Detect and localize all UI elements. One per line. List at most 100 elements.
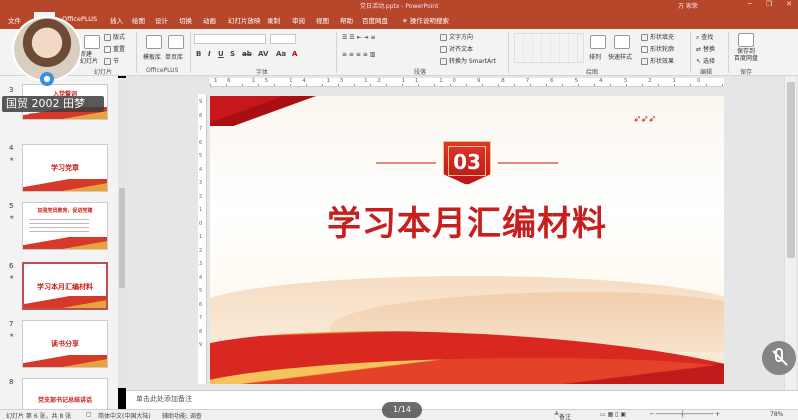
underline-icon[interactable]: U bbox=[218, 50, 224, 58]
tab-animations[interactable]: 动画 bbox=[203, 15, 216, 25]
quick-styles-button[interactable]: 快速样式 bbox=[608, 52, 632, 61]
thumb-title: 学习党章 bbox=[51, 164, 79, 172]
shape-fill-label: 形状填充 bbox=[650, 34, 675, 41]
scroll-thumb[interactable] bbox=[119, 188, 125, 288]
thumbnail-slide-4[interactable]: 学习党章 bbox=[22, 144, 108, 192]
tab-review[interactable]: 审阅 bbox=[292, 15, 305, 25]
arrange-icon[interactable] bbox=[590, 35, 606, 49]
ribbon: 新建 幻灯片 版式 重置 节 幻灯片 模板库 单页库 OfficePLUS B … bbox=[0, 29, 798, 76]
tab-view[interactable]: 视图 bbox=[316, 15, 329, 25]
ruler-labels: 9876543210123456789 bbox=[199, 99, 203, 348]
doves-icon: ➶ ➶ ➶ bbox=[633, 114, 656, 125]
spellcheck-icon[interactable]: ▢ bbox=[86, 411, 92, 418]
section-icon bbox=[104, 58, 111, 65]
tab-record[interactable]: 录制 bbox=[267, 15, 280, 25]
section-button[interactable]: 节 bbox=[104, 56, 119, 65]
font-group-label: 字体 bbox=[256, 69, 269, 76]
tab-insert[interactable]: 插入 bbox=[110, 15, 123, 25]
shape-effects-button[interactable]: 形状效果 bbox=[641, 56, 674, 65]
arrange-button[interactable]: 排列 bbox=[589, 52, 601, 61]
font-color-icon[interactable]: A bbox=[292, 50, 297, 58]
tab-transitions[interactable]: 切换 bbox=[179, 15, 192, 25]
strikethrough-icon[interactable]: ab bbox=[242, 50, 252, 58]
slide-title[interactable]: 学习本月汇编材料 bbox=[210, 196, 724, 245]
ribbon-tabs: 文件 开始 OfficePLUS 插入 绘图 设计 切换 动画 幻灯片放映 录制… bbox=[0, 10, 798, 29]
user-name[interactable]: 万 家荣 bbox=[678, 1, 698, 10]
shadow-icon[interactable]: S bbox=[230, 50, 235, 58]
notes-placeholder[interactable]: 单击此处添加备注 bbox=[136, 394, 192, 404]
single-page-icon[interactable] bbox=[168, 35, 184, 49]
reset-button[interactable]: 重置 bbox=[104, 44, 125, 53]
tab-draw[interactable]: 绘图 bbox=[132, 15, 145, 25]
separator bbox=[336, 32, 337, 73]
section-label: 节 bbox=[113, 58, 120, 65]
effects-icon bbox=[641, 58, 648, 65]
tab-file[interactable]: 文件 bbox=[8, 15, 21, 25]
red-ribbon-decoration bbox=[210, 96, 320, 126]
template-icon[interactable] bbox=[146, 35, 162, 49]
shape-outline-button[interactable]: 形状轮廓 bbox=[641, 44, 674, 53]
mute-button[interactable] bbox=[762, 341, 796, 375]
shape-fill-button[interactable]: 形状填充 bbox=[641, 32, 674, 41]
zoom-slider[interactable]: ─ ───────┼──────── + bbox=[650, 411, 720, 418]
template-button[interactable]: 模板库 bbox=[143, 52, 161, 61]
new-slide-button[interactable]: 新建 幻灯片 bbox=[80, 51, 98, 65]
layout-button[interactable]: 版式 bbox=[104, 32, 125, 41]
find-button[interactable]: ⌕ 查找 bbox=[696, 32, 713, 42]
save-to-baidu-button[interactable]: 保存到 百度网盘 bbox=[734, 48, 758, 62]
cloud-save-icon[interactable] bbox=[738, 33, 754, 47]
thumbnail-slide-6[interactable]: 学习本月汇编材料 bbox=[22, 262, 108, 310]
quick-styles-icon[interactable] bbox=[614, 35, 630, 49]
notes-label: 备注 bbox=[559, 414, 572, 420]
smartart-button[interactable]: 转换为 SmartArt bbox=[440, 56, 496, 65]
char-spacing-icon[interactable]: AV bbox=[258, 50, 268, 58]
replace-button[interactable]: ⇄ 替换 bbox=[696, 44, 715, 53]
single-page-button[interactable]: 单页库 bbox=[165, 52, 183, 61]
thumb-title: 读书分享 bbox=[51, 340, 79, 348]
ruler-labels: 16 15 14 13 12 11 10 9 8 7 6 5 4 3 2 1 0… bbox=[214, 78, 720, 84]
align-text-button[interactable]: 对齐文本 bbox=[440, 44, 473, 53]
thumbnail-slide-7[interactable]: 读书分享 bbox=[22, 320, 108, 368]
thumb-title: 党支部书记总结讲话 bbox=[37, 397, 92, 404]
italic-icon[interactable]: I bbox=[208, 50, 211, 58]
replace-icon: ⇄ bbox=[696, 46, 703, 53]
select-button[interactable]: ↖ 选择 bbox=[696, 56, 715, 65]
thumb-number: 4 bbox=[9, 144, 14, 152]
bold-icon[interactable]: B bbox=[196, 50, 201, 58]
thumb-title: 学习本月汇编材料 bbox=[37, 283, 93, 291]
star-icon: ★ bbox=[9, 214, 15, 221]
align-icons[interactable]: ≡ ≡ ≡ ≡ ▥ bbox=[342, 51, 375, 58]
close-icon[interactable]: ✕ bbox=[786, 0, 792, 8]
font-name-input[interactable] bbox=[194, 34, 266, 44]
minimize-icon[interactable]: ─ bbox=[748, 0, 752, 8]
tab-search[interactable]: ☀ 操作说明搜索 bbox=[402, 15, 449, 25]
bullets-icon[interactable]: ☰ ☰ ⇤ ⇥ ≡ bbox=[342, 34, 375, 41]
star-icon: ★ bbox=[9, 332, 15, 339]
font-size-input[interactable] bbox=[270, 34, 296, 44]
reset-icon bbox=[104, 46, 111, 53]
window-controls: ─ ❐ ✕ bbox=[748, 0, 792, 8]
zoom-level[interactable]: 78% bbox=[770, 411, 783, 418]
drawing-group-label: 绘图 bbox=[586, 69, 599, 76]
thumb-band bbox=[23, 179, 107, 191]
notes-toggle[interactable]: ≜ 备注 bbox=[554, 411, 571, 420]
view-normal-icon[interactable]: ▭ ▦ ▯ ▣ bbox=[600, 411, 626, 418]
shapes-gallery[interactable] bbox=[514, 33, 584, 63]
thumbnail-slide-8[interactable]: 党支部书记总结讲话 bbox=[22, 378, 108, 410]
align-text-label: 对齐文本 bbox=[449, 46, 474, 53]
thumbnail-scrollbar[interactable] bbox=[118, 78, 126, 388]
change-case-icon[interactable]: Aa bbox=[276, 50, 286, 58]
tab-slideshow[interactable]: 幻灯片放映 bbox=[228, 15, 261, 25]
restore-icon[interactable]: ❐ bbox=[766, 0, 772, 8]
notes-pane[interactable]: 单击此处添加备注 bbox=[126, 390, 798, 409]
scroll-thumb[interactable] bbox=[787, 82, 795, 258]
new-slide-icon[interactable] bbox=[84, 35, 100, 49]
badge-number: 03 bbox=[453, 150, 481, 174]
tab-baidu[interactable]: 百度网盘 bbox=[362, 15, 388, 25]
language-status[interactable]: 简体中文(中国大陆) bbox=[98, 411, 151, 420]
accessibility-status[interactable]: 辅助功能: 调查 bbox=[162, 411, 202, 420]
thumbnail-slide-5[interactable]: 加强党员教育，促进党建 bbox=[22, 202, 108, 250]
tab-design[interactable]: 设计 bbox=[155, 15, 168, 25]
tab-help[interactable]: 帮助 bbox=[340, 15, 353, 25]
text-direction-button[interactable]: 文字方向 bbox=[440, 32, 473, 41]
